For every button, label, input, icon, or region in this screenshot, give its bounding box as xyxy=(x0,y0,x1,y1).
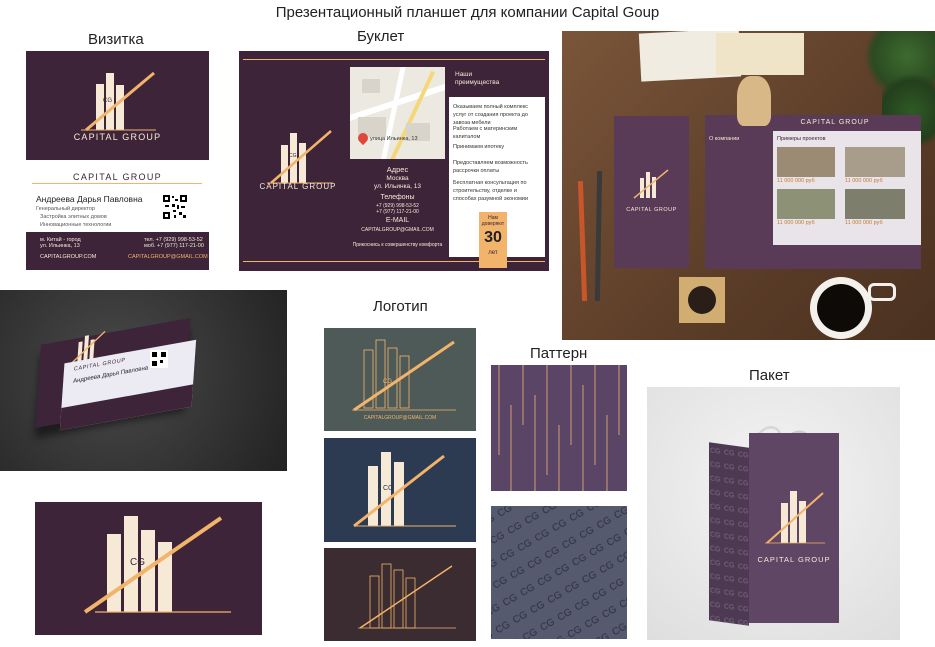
mockup-price-2: 11 000 000 руб xyxy=(777,220,815,226)
mockup-qr-icon xyxy=(150,350,168,368)
mockup-price-1: 11 000 000 руб xyxy=(777,178,815,184)
house-photo-1 xyxy=(777,147,835,177)
mockup-booklet-cover: CAPITAL GROUP xyxy=(614,116,689,268)
business-card-front: CG CAPITAL GROUP xyxy=(26,51,209,160)
mockup-examples-title: Примеры проектов xyxy=(777,136,826,142)
logo-variant-brown xyxy=(324,548,476,641)
trust-badge: Нам доверяют 30 лет xyxy=(479,212,507,268)
card-address-2: ул. Ильинка, 13 xyxy=(40,243,80,249)
advantage-item-5: Бесплатная консультация по строительству… xyxy=(453,180,529,202)
advantage-item-4: Предоставляем возможность рассрочки опла… xyxy=(453,160,528,174)
tea-box xyxy=(679,277,725,323)
booklet-email: CAPITALGROUP@GMAIL.COM xyxy=(361,227,434,233)
mockup-cover-brand: CAPITAL GROUP xyxy=(626,207,677,213)
section-label-card: Визитка xyxy=(88,31,144,48)
booklet-top-line xyxy=(243,59,545,60)
section-label-booklet: Буклет xyxy=(357,28,405,45)
pattern-cg-svg: CG xyxy=(491,506,627,639)
card-email: CAPITALGROUP@GMAIL.COM xyxy=(128,254,208,260)
bag-logo xyxy=(765,491,825,544)
booklet-city: Москва xyxy=(386,175,409,182)
booklet-brand-name: CAPITAL GROUP xyxy=(259,182,337,191)
section-label-bag: Пакет xyxy=(749,367,790,384)
booklet-mockup-photo: CAPITAL GROUP CAPITAL GROUP О компании П… xyxy=(562,31,935,340)
card-website: CAPITALGROUP.COM xyxy=(40,254,97,260)
card-back-brand: CAPITAL GROUP xyxy=(73,172,162,182)
section-label-logo: Логотип xyxy=(373,298,428,315)
house-photo-3 xyxy=(845,147,905,177)
booklet-map: улица Ильинка, 13 xyxy=(350,67,445,159)
trust-top: Нам доверяют xyxy=(481,215,505,227)
logo-variant-slate: CG CAPITALGROUP@GMAIL.COM xyxy=(324,328,476,431)
mockup-price-3: 11 000 000 руб xyxy=(845,178,883,184)
advantages-title: Наши преимущества xyxy=(455,71,500,86)
svg-text:CG: CG xyxy=(103,98,112,104)
booklet-email-title: E-MAIL xyxy=(385,217,410,224)
trust-number: 30 xyxy=(484,229,502,246)
advantage-item-2: Работаем с материнским капиталом xyxy=(453,126,518,140)
mockup-about-title: О компании xyxy=(709,136,740,142)
logo-variant-navy: CG xyxy=(324,438,476,542)
bag-mockup: CG CAPITAL GROUP xyxy=(647,387,900,640)
booklet-phone-2: +7 (977) 117-21-00 xyxy=(376,209,419,215)
card-person-name: Андреева Дарья Павловна xyxy=(36,194,143,204)
mockup-inside-brand: CAPITAL GROUP xyxy=(800,119,870,126)
card-divider xyxy=(32,183,202,184)
card-phone-2: моб. +7 (977) 117-21-00 xyxy=(144,243,204,249)
card-contact-band: м. Китай - город ул. Ильинка, 13 тел. +7… xyxy=(26,232,209,270)
logo-outline-2 xyxy=(358,563,456,629)
card-service-1: Застройка элитных домов xyxy=(40,214,107,220)
advantage-item-1: Оказываем полный комплекс услуг от созда… xyxy=(453,104,529,126)
booklet-phones-title: Телефоны xyxy=(380,194,415,201)
booklet-flat: CG CAPITAL GROUP улица Ильинка, 13 Адрес… xyxy=(239,51,549,271)
mockup-price-4: 11 000 000 руб xyxy=(845,220,883,226)
booklet-slogan: Прикоснись к совершенству комфорта xyxy=(352,242,443,248)
capital-group-logo: CG xyxy=(81,71,156,132)
pattern-monogram: CG xyxy=(491,506,627,639)
map-label: улица Ильинка, 13 xyxy=(370,136,418,142)
advantage-item-3: Принимаем ипотеку xyxy=(453,144,505,150)
bag-brand-name: CAPITAL GROUP xyxy=(757,555,831,564)
svg-text:CG: CG xyxy=(130,557,145,568)
logo-variant-email: CAPITALGROUP@GMAIL.COM xyxy=(363,415,437,421)
mockup-booklet-inside: CAPITAL GROUP О компании Примеры проекто… xyxy=(705,115,921,269)
house-photo-2 xyxy=(777,189,835,219)
wooden-figure xyxy=(737,76,771,126)
business-card-back: CAPITAL GROUP Андреева Дарья Павловна Ге… xyxy=(26,172,209,270)
logo-large-panel: CG xyxy=(35,502,262,635)
pattern-lines xyxy=(491,365,627,491)
card-role: Генеральный директор xyxy=(36,206,95,212)
house-photo-4 xyxy=(845,189,905,219)
pattern-lines-svg xyxy=(498,365,620,491)
logo-filled-navy: CG xyxy=(353,452,456,528)
coffee-cup xyxy=(810,277,872,339)
bag-side: CG xyxy=(709,442,749,626)
qr-code-icon xyxy=(162,194,188,220)
page-title: Презентационный планшет для компании Cap… xyxy=(275,4,660,21)
booklet-address-title: Адрес xyxy=(386,165,409,174)
card-mockup-photo: CAPITAL GROUP Андреева Дарья Павловна xyxy=(0,290,287,471)
svg-text:CG: CG xyxy=(383,379,392,385)
trust-bottom: лет xyxy=(488,250,498,256)
svg-text:CG: CG xyxy=(289,153,297,159)
card-service-2: Инновационные технологии xyxy=(40,222,112,228)
bag-front: CAPITAL GROUP xyxy=(749,433,839,623)
svg-text:CG: CG xyxy=(383,485,394,492)
mockup-cover-logo xyxy=(633,169,669,199)
card-brand-name: CAPITAL GROUP xyxy=(73,132,162,142)
logo-large: CG xyxy=(83,516,231,614)
section-label-pattern: Паттерн xyxy=(530,345,588,362)
booklet-street: ул. Ильинка, 13 xyxy=(373,183,422,190)
